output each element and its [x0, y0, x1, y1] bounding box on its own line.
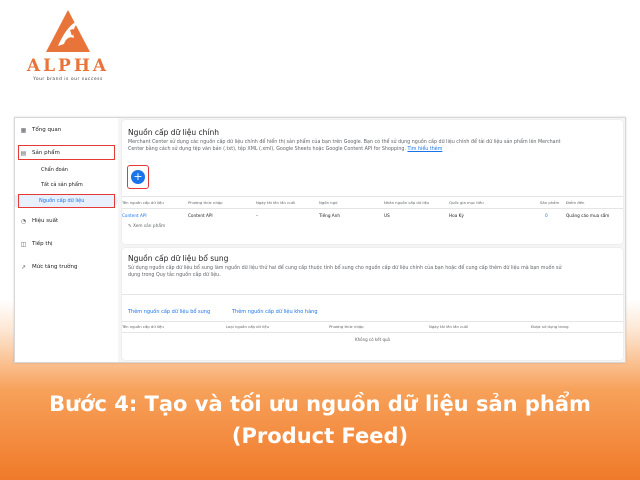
add-supplemental-feed-button[interactable]: Thêm nguồn cấp dữ liệu bổ sung [128, 309, 210, 315]
sidebar-item-marketing[interactable]: ◫ Tiếp thị [19, 237, 53, 251]
brand-name: ALPHA [26, 56, 110, 76]
table-cell: US [384, 213, 390, 218]
table-cell: – [256, 213, 259, 218]
column-header: Tên nguồn cấp dữ liệu [122, 324, 164, 329]
sidebar-item-diagnostics[interactable]: Chẩn đoán [41, 167, 68, 173]
view-products-link[interactable]: ✎ Xem sản phẩm [128, 224, 165, 229]
caption-line-1: Bước 4: Tạo và tối ưu nguồn dữ liệu sản … [49, 392, 591, 416]
column-header: Nhãn nguồn cấp dữ liệu [384, 200, 430, 205]
column-header: Ngày tải lên lần cuối [256, 200, 295, 205]
divider [122, 332, 623, 333]
primary-feeds-description: Merchant Center sử dụng các nguồn cấp dữ… [128, 140, 598, 153]
sidebar-item-growth[interactable]: ↗ Mức tăng trưởng [19, 260, 78, 274]
column-header: Ngôn ngữ [319, 200, 338, 205]
table-cell: Content API [188, 213, 213, 218]
column-header: Điểm đến [566, 200, 585, 205]
sidebar-item-label: Tổng quan [32, 127, 62, 133]
column-header: Sản phẩm [540, 200, 560, 205]
table-cell: Tiếng Anh [319, 213, 340, 218]
growth-icon: ↗ [20, 263, 27, 271]
desc-line: dụng trong Quy tắc nguồn cấp dữ liệu. [128, 272, 221, 278]
add-inventory-feed-button[interactable]: Thêm nguồn cấp dữ liệu kho hàng [232, 309, 318, 315]
product-count-link[interactable]: 0 [545, 213, 548, 218]
grid-icon: ▦ [20, 126, 27, 134]
primary-feeds-card: Nguồn cấp dữ liệu chính Merchant Center … [122, 120, 623, 244]
column-header: Quốc gia mục tiêu [449, 200, 484, 205]
sidebar-item-label: Hiệu suất [32, 218, 59, 224]
column-header: Ngày tải lên lần cuối [429, 324, 468, 329]
edit-icon: ✎ [128, 224, 132, 229]
column-header: Phương thức nhập [188, 200, 223, 205]
table-cell: Quảng cáo mua sắm [566, 213, 610, 218]
sidebar-item-label: Tiếp thị [32, 241, 53, 247]
sidebar-item-all-products[interactable]: Tất cả sản phẩm [41, 182, 83, 188]
brand-logo: ALPHA Your brand is our success [18, 8, 118, 82]
column-header: Tên nguồn cấp dữ liệu [122, 200, 164, 205]
desc-line: Sử dụng nguồn cấp dữ liệu bổ sung làm ng… [128, 266, 562, 271]
primary-feeds-title: Nguồn cấp dữ liệu chính [128, 128, 219, 137]
highlight-box-add-button [127, 165, 149, 189]
divider [122, 196, 623, 197]
column-header: Loại nguồn cấp dữ liệu [226, 324, 270, 329]
caption-line-2: (Product Feed) [231, 424, 409, 448]
sidebar-item-label: Mức tăng trưởng [32, 264, 78, 270]
divider [122, 294, 623, 295]
highlight-box-products [18, 145, 115, 160]
column-header: Được sử dụng trong [531, 324, 569, 329]
main-content: Nguồn cấp dữ liệu chính Merchant Center … [118, 118, 625, 362]
alpha-logo-icon [46, 10, 90, 52]
table-cell: Hoa Kỳ [449, 213, 464, 218]
sidebar-item-overview[interactable]: ▦ Tổng quan [19, 123, 62, 137]
learn-more-link[interactable]: Tìm hiểu thêm [407, 147, 442, 152]
column-header: Phương thức nhập [329, 324, 364, 329]
brand-tagline: Your brand is our success [33, 77, 103, 82]
empty-state-text: Không có kết quả [354, 337, 390, 342]
marketing-icon: ◫ [20, 240, 27, 248]
view-products-label: Xem sản phẩm [132, 224, 166, 229]
merchant-center-screenshot: ▦ Tổng quan ▤ Sản phẩm Chẩn đoán Tất cả … [14, 117, 626, 363]
sidebar-item-performance[interactable]: ◔ Hiệu suất [19, 214, 58, 228]
divider [122, 208, 623, 209]
supplemental-feeds-description: Sử dụng nguồn cấp dữ liệu bổ sung làm ng… [128, 266, 598, 279]
divider [122, 321, 623, 322]
supplemental-feeds-title: Nguồn cấp dữ liệu bổ sung [128, 254, 229, 263]
sidebar: ▦ Tổng quan ▤ Sản phẩm Chẩn đoán Tất cả … [15, 118, 118, 362]
supplemental-feeds-card: Nguồn cấp dữ liệu bổ sung Sử dụng nguồn … [122, 248, 623, 360]
feed-name-link[interactable]: Content API [122, 213, 147, 218]
performance-icon: ◔ [20, 217, 27, 225]
highlight-box-feeds [18, 194, 115, 208]
desc-line: Center bằng cách sử dụng tệp văn bản (.t… [128, 146, 406, 152]
